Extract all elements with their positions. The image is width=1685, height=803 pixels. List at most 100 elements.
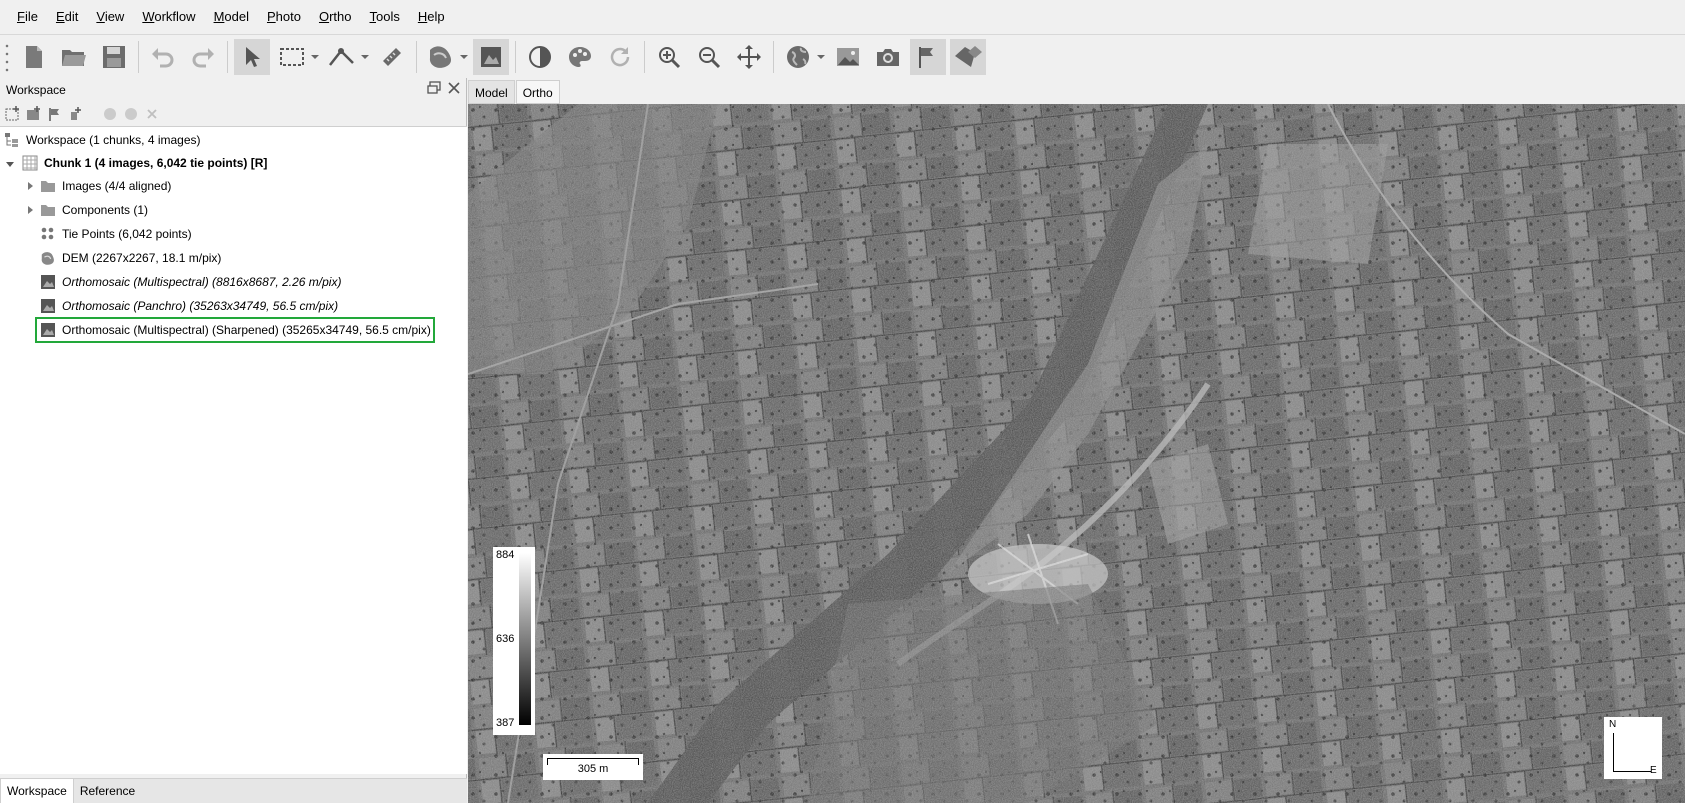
tree-item-workspace[interactable]: Workspace (1 chunks, 4 images)	[4, 129, 201, 151]
show-markers-button[interactable]	[910, 38, 946, 75]
close-icon[interactable]	[446, 80, 462, 96]
zoom-out-button[interactable]	[691, 39, 727, 75]
toolbar-grip[interactable]	[4, 41, 10, 72]
toolbar-separator	[644, 40, 645, 73]
ortho-view-canvas[interactable]: 884 636 387 305 m N E	[468, 104, 1685, 803]
tab-ortho[interactable]: Ortho	[515, 80, 560, 104]
disable-circle-icon	[125, 108, 137, 120]
dem-terrain-icon	[429, 45, 452, 68]
show-shapes-button[interactable]	[950, 38, 986, 75]
redo-button[interactable]	[185, 39, 221, 75]
tree-label-tie-points: Tie Points (6,042 points)	[62, 227, 192, 241]
selection-highlight-box	[35, 317, 435, 343]
show-images-button[interactable]	[830, 39, 866, 75]
tree-label-ortho-panchro: Orthomosaic (Panchro) (35263x34749, 56.5…	[62, 299, 339, 313]
scale-bar-label: 305 m	[577, 763, 609, 775]
ruler-line-icon	[329, 47, 354, 66]
add-photos-button[interactable]	[25, 105, 43, 123]
dem-view-button[interactable]	[423, 39, 459, 75]
ruler-dropdown-arrow[interactable]	[360, 39, 370, 75]
menu-workflow[interactable]: Workflow	[133, 0, 204, 34]
legend-mid-label: 636	[496, 633, 515, 645]
orthomosaic-icon	[40, 298, 56, 314]
tab-reference[interactable]: Reference	[74, 779, 141, 803]
disable-item-button[interactable]	[122, 105, 140, 123]
main-toolbar	[0, 34, 1685, 78]
enable-circle-icon	[104, 108, 116, 120]
open-project-button[interactable]	[56, 39, 92, 75]
save-project-button[interactable]	[96, 39, 132, 75]
zoom-in-button[interactable]	[651, 39, 687, 75]
tree-item-dem[interactable]: DEM (2267x2267, 18.1 m/pix)	[40, 247, 221, 269]
tab-workspace[interactable]: Workspace	[0, 779, 74, 803]
brightness-button[interactable]	[522, 39, 558, 75]
menu-model[interactable]: Model	[205, 0, 258, 34]
undo-button[interactable]	[145, 39, 181, 75]
rectangle-selection-button[interactable]	[274, 39, 310, 75]
refresh-icon	[610, 46, 630, 66]
chunk-expander[interactable]	[5, 159, 15, 169]
images-expander[interactable]	[25, 181, 35, 191]
tab-model[interactable]: Model	[468, 80, 515, 104]
tree-item-tie-points[interactable]: Tie Points (6,042 points)	[40, 223, 192, 245]
toolbar-separator	[773, 40, 774, 73]
new-document-icon	[26, 45, 42, 68]
scale-bar: 305 m	[543, 754, 643, 780]
add-photos-icon	[27, 106, 40, 120]
selection-dropdown-arrow[interactable]	[310, 39, 320, 75]
menu-bar: File Edit View Workflow Model Photo Orth…	[0, 0, 1685, 34]
menu-tools[interactable]: Tools	[361, 0, 409, 34]
legend-gradient-bar	[519, 553, 531, 725]
tree-item-ortho-panchro[interactable]: Orthomosaic (Panchro) (35263x34749, 56.5…	[40, 295, 338, 317]
ortho-view-button[interactable]	[473, 38, 509, 75]
tree-item-images[interactable]: Images (4/4 aligned)	[40, 175, 171, 197]
menu-edit[interactable]: Edit	[47, 0, 87, 34]
view-mode-dropdown-arrow[interactable]	[816, 39, 826, 75]
color-palette-button[interactable]	[562, 39, 598, 75]
show-cameras-button[interactable]	[870, 39, 906, 75]
tree-label-images: Images (4/4 aligned)	[62, 179, 172, 193]
measure-button[interactable]	[374, 39, 410, 75]
add-markers-button[interactable]	[46, 105, 64, 123]
toolbar-separator	[416, 40, 417, 73]
reset-view-button[interactable]	[731, 39, 767, 75]
tree-item-ortho-multispectral[interactable]: Orthomosaic (Multispectral) (8816x8687, …	[40, 271, 341, 293]
refresh-button[interactable]	[602, 39, 638, 75]
folder-icon	[40, 202, 56, 218]
color-legend: 884 636 387	[493, 547, 535, 735]
zoom-out-icon	[699, 46, 721, 68]
tree-item-components[interactable]: Components (1)	[40, 199, 148, 221]
add-scalebar-button[interactable]	[67, 105, 85, 123]
north-arrow-compass: N E	[1604, 717, 1662, 779]
chunk-grid-icon	[22, 155, 38, 171]
workspace-panel-tabs: Workspace Reference	[0, 778, 467, 803]
tree-label-components: Components (1)	[62, 203, 149, 217]
compass-north-label: N	[1609, 719, 1617, 730]
menu-photo[interactable]: Photo	[258, 0, 310, 34]
add-marker-flag-icon	[49, 108, 59, 121]
tree-label-ortho-multispectral: Orthomosaic (Multispectral) (8816x8687, …	[62, 275, 342, 289]
ruler-tool-button[interactable]	[324, 39, 360, 75]
menu-file[interactable]: File	[8, 0, 47, 34]
view-mode-button[interactable]	[780, 39, 816, 75]
add-item-plus-icon	[71, 107, 81, 120]
dem-dropdown-arrow[interactable]	[459, 39, 469, 75]
tree-item-chunk-1[interactable]: Chunk 1 (4 images, 6,042 tie points) [R]	[22, 152, 267, 174]
legend-max-label: 884	[496, 549, 515, 561]
landscape-image-icon	[837, 47, 859, 66]
remove-item-button[interactable]	[143, 105, 161, 123]
float-panel-icon[interactable]	[426, 80, 442, 96]
enable-item-button[interactable]	[101, 105, 119, 123]
folder-icon	[40, 178, 56, 194]
save-disk-icon	[103, 45, 125, 68]
components-expander[interactable]	[25, 205, 35, 215]
new-project-button[interactable]	[16, 39, 52, 75]
tie-points-dots-icon	[40, 226, 56, 242]
menu-view[interactable]: View	[87, 0, 133, 34]
menu-ortho[interactable]: Ortho	[310, 0, 361, 34]
toolbar-separator	[227, 40, 228, 73]
add-chunk-button[interactable]	[4, 105, 22, 123]
zoom-in-icon	[659, 46, 681, 68]
navigation-tool-button[interactable]	[234, 38, 270, 75]
menu-help[interactable]: Help	[409, 0, 454, 34]
